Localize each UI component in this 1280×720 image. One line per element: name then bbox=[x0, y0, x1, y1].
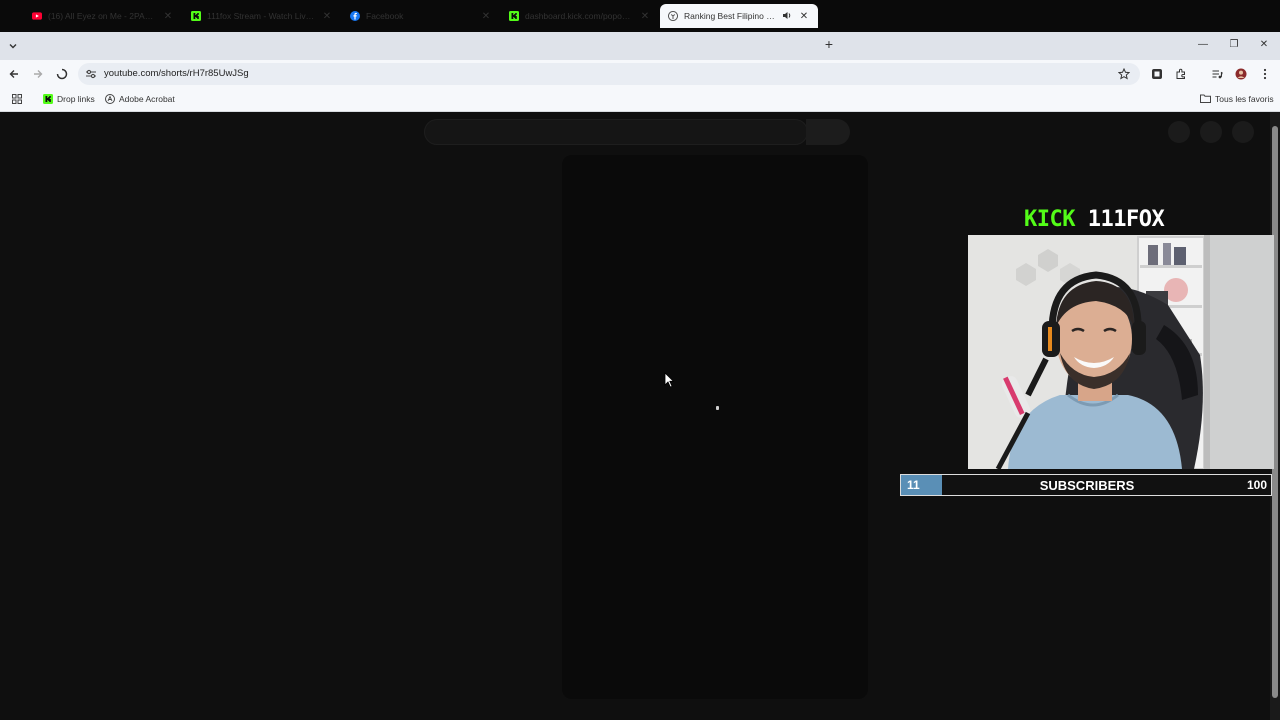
close-window-button[interactable]: ✕ bbox=[1256, 37, 1272, 53]
search-button[interactable] bbox=[806, 119, 850, 145]
profile-avatar-icon[interactable] bbox=[1234, 67, 1248, 81]
mouse-cursor-icon bbox=[664, 372, 674, 388]
media-controls-icon[interactable] bbox=[1210, 67, 1224, 81]
apps-grid-button[interactable] bbox=[11, 93, 26, 104]
tab-4[interactable]: dashboard.kick.com/popout/11 ✕ bbox=[501, 4, 659, 28]
kick-icon bbox=[42, 93, 53, 104]
create-button[interactable] bbox=[1168, 121, 1190, 143]
tab-title: (16) All Eyez on Me - 2PAC | #re bbox=[48, 11, 156, 21]
new-tab-button[interactable]: + bbox=[822, 37, 836, 51]
bookmark-label: Adobe Acrobat bbox=[119, 93, 175, 104]
bookmark-label: Drop links bbox=[57, 93, 95, 104]
tab-5-active[interactable]: Ranking Best Filipino Street ✕ bbox=[660, 4, 818, 28]
kick-channel-logo: KICK 111FOX bbox=[1024, 207, 1165, 232]
all-bookmarks-label: Tous les favoris bbox=[1215, 93, 1274, 104]
speaker-icon[interactable] bbox=[782, 11, 792, 22]
search-input[interactable] bbox=[424, 119, 808, 145]
loading-spinner-icon bbox=[56, 68, 68, 80]
tab-title: Ranking Best Filipino Street bbox=[684, 11, 778, 21]
kick-icon bbox=[509, 11, 519, 21]
star-icon[interactable] bbox=[1117, 67, 1131, 81]
kebab-menu-icon[interactable] bbox=[1258, 67, 1272, 81]
account-avatar[interactable] bbox=[1232, 121, 1254, 143]
close-icon[interactable]: ✕ bbox=[321, 11, 333, 22]
stop-loading-button[interactable] bbox=[54, 66, 70, 82]
minimize-button[interactable]: — bbox=[1195, 37, 1211, 53]
subscriber-goal-target: 100 bbox=[1246, 478, 1267, 492]
forward-button[interactable] bbox=[30, 66, 46, 82]
tab-2[interactable]: 111fox Stream - Watch Live on ✕ bbox=[183, 4, 341, 28]
apps-grid-icon bbox=[11, 93, 22, 104]
arrow-right-icon bbox=[34, 70, 43, 78]
extensions-icon[interactable] bbox=[1174, 67, 1188, 81]
bookmark-drop-links[interactable]: Drop links bbox=[42, 93, 95, 104]
tab-title: Facebook bbox=[366, 11, 404, 21]
youtube-icon bbox=[32, 11, 42, 21]
chevron-down-icon bbox=[9, 44, 17, 49]
close-icon[interactable]: ✕ bbox=[162, 11, 174, 22]
tab-title: 111fox Stream - Watch Live on bbox=[207, 11, 315, 21]
close-icon[interactable]: ✕ bbox=[798, 11, 810, 22]
screenshot-extension-icon[interactable] bbox=[1150, 67, 1164, 81]
close-icon[interactable]: ✕ bbox=[639, 11, 651, 22]
site-settings-icon[interactable] bbox=[84, 67, 98, 81]
subscriber-goal-label: SUBSCRIBERS bbox=[1039, 478, 1135, 493]
close-icon[interactable]: ✕ bbox=[480, 11, 492, 22]
notifications-button[interactable] bbox=[1200, 121, 1222, 143]
back-button[interactable] bbox=[6, 66, 22, 82]
loading-dot bbox=[716, 406, 719, 410]
youtube-shorts-icon bbox=[668, 11, 678, 21]
tab-search-button[interactable] bbox=[4, 37, 22, 55]
tab-1[interactable]: (16) All Eyez on Me - 2PAC | #re ✕ bbox=[24, 4, 182, 28]
subscriber-goal-bar: 11 SUBSCRIBERS 100 bbox=[900, 474, 1272, 496]
arrow-left-icon bbox=[9, 70, 18, 78]
all-bookmarks-button[interactable]: Tous les favoris bbox=[1200, 93, 1274, 104]
bookmark-adobe-acrobat[interactable]: Adobe Acrobat bbox=[104, 93, 175, 104]
tab-strip bbox=[0, 32, 1280, 60]
shorts-video-player[interactable] bbox=[562, 155, 868, 699]
tab-title: dashboard.kick.com/popout/11 bbox=[525, 11, 633, 21]
streamer-webcam bbox=[968, 235, 1274, 469]
bookmarks-bar: Drop links Adobe Acrobat Tous les favori… bbox=[0, 88, 1280, 112]
folder-icon bbox=[1200, 93, 1211, 104]
restore-button[interactable]: ❐ bbox=[1226, 37, 1242, 53]
kick-icon bbox=[191, 11, 201, 21]
acrobat-icon bbox=[104, 93, 115, 104]
tab-3[interactable]: Facebook ✕ bbox=[342, 4, 500, 28]
channel-name-text: 111FOX bbox=[1087, 207, 1165, 232]
facebook-icon bbox=[350, 11, 360, 21]
kick-brand-text: KICK bbox=[1024, 207, 1075, 232]
url-text[interactable]: youtube.com/shorts/rH7r85UwJSg bbox=[104, 68, 249, 79]
